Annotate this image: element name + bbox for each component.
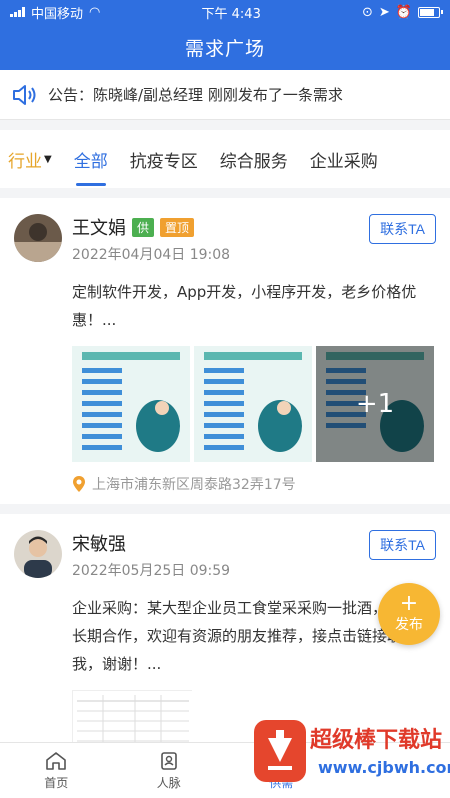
tab-all[interactable]: 全部: [74, 147, 108, 186]
tab-anti-epidemic[interactable]: 抗疫专区: [130, 147, 198, 172]
post-header: 王文娟 供 置顶 2022年04月04日 19:08 联系TA: [14, 214, 436, 264]
contact-button[interactable]: 联系TA: [369, 530, 436, 560]
author-line: 宋敏强: [72, 530, 359, 556]
rotation-lock-icon: ⊙: [362, 4, 373, 20]
notice-bar[interactable]: 公告：陈晓峰/副总经理 刚刚发布了一条需求: [0, 70, 450, 120]
tab-services[interactable]: 综合服务: [220, 147, 288, 172]
contact-button[interactable]: 联系TA: [369, 214, 436, 244]
contacts-book-icon: [160, 751, 177, 770]
wifi-icon: ◠: [89, 4, 101, 20]
clock: 下午 4:43: [201, 6, 261, 22]
nav-home[interactable]: 首页: [16, 751, 96, 791]
publish-label: 发布: [395, 617, 423, 633]
nav-contacts[interactable]: 人脉: [129, 751, 209, 791]
status-left: 中国移动 ◠: [10, 3, 100, 22]
watermark-logo: [254, 720, 306, 782]
image-gallery: +1: [72, 346, 436, 462]
nav-contacts-label: 人脉: [156, 775, 181, 790]
page-title: 需求广场: [184, 37, 265, 60]
location-pin-icon: [73, 476, 85, 492]
supply-badge: 供: [132, 217, 155, 237]
post-image[interactable]: [72, 346, 190, 462]
carrier-label: 中国移动: [31, 6, 84, 22]
post-time: 2022年04月04日 19:08: [72, 247, 231, 263]
pinned-badge: 置顶: [160, 217, 195, 237]
avatar[interactable]: [14, 214, 62, 262]
author-name[interactable]: 宋敏强: [72, 530, 126, 556]
speaker-icon: [13, 84, 36, 105]
post-location[interactable]: 上海市浦东新区周泰路32弄17号: [72, 474, 436, 494]
post-time: 2022年05月25日 09:59: [72, 563, 231, 579]
alarm-icon: ⏰: [395, 4, 412, 20]
author-block: 王文娟 供 置顶 2022年04月04日 19:08: [72, 214, 359, 264]
battery-icon: [418, 6, 443, 18]
publish-button[interactable]: + 发布: [378, 583, 440, 645]
location-text: 上海市浦东新区周泰路32弄17号: [92, 477, 296, 493]
status-right: ⊙ ➤ ⏰: [362, 4, 443, 20]
post-card[interactable]: 王文娟 供 置顶 2022年04月04日 19:08 联系TA 定制软件开发，A…: [0, 198, 450, 504]
tab-procurement[interactable]: 企业采购: [310, 147, 378, 172]
notice-text: 公告：陈晓峰/副总经理 刚刚发布了一条需求: [48, 86, 343, 104]
category-tabs: 行业 ▼ 全部 抗疫专区 综合服务 企业采购: [0, 130, 450, 188]
post-header: 宋敏强 2022年05月25日 09:59 联系TA: [14, 530, 436, 580]
post-content: 定制软件开发，App开发，小程序开发，老乡价格优惠！...: [72, 283, 417, 329]
author-line: 王文娟 供 置顶: [72, 214, 359, 240]
signal-icon: [10, 7, 25, 17]
app-root: 中国移动 ◠ 下午 4:43 ⊙ ➤ ⏰ 需求广场 公告：陈晓峰/副总经理 刚刚…: [0, 0, 450, 798]
industry-filter-label: 行业: [8, 151, 42, 172]
status-bar: 中国移动 ◠ 下午 4:43 ⊙ ➤ ⏰: [0, 0, 450, 24]
post-image[interactable]: [194, 346, 312, 462]
avatar[interactable]: [14, 530, 62, 578]
top-bar: 中国移动 ◠ 下午 4:43 ⊙ ➤ ⏰ 需求广场: [0, 0, 450, 70]
home-icon: [46, 751, 67, 770]
watermark-brand: 超级棒下载站: [310, 728, 443, 753]
industry-filter[interactable]: 行业 ▼: [8, 147, 52, 172]
watermark: 超级棒下载站 www.cjbwh.com: [248, 716, 450, 794]
author-name[interactable]: 王文娟: [72, 214, 126, 240]
post-image-more[interactable]: +1: [316, 346, 434, 462]
plus-icon: +: [399, 591, 419, 616]
watermark-url: www.cjbwh.com: [318, 758, 450, 777]
caret-down-icon: ▼: [44, 153, 52, 165]
nav-home-label: 首页: [44, 775, 69, 790]
author-block: 宋敏强 2022年05月25日 09:59: [72, 530, 359, 580]
location-arrow-icon: ➤: [378, 4, 390, 20]
more-images-count: +1: [316, 346, 434, 462]
